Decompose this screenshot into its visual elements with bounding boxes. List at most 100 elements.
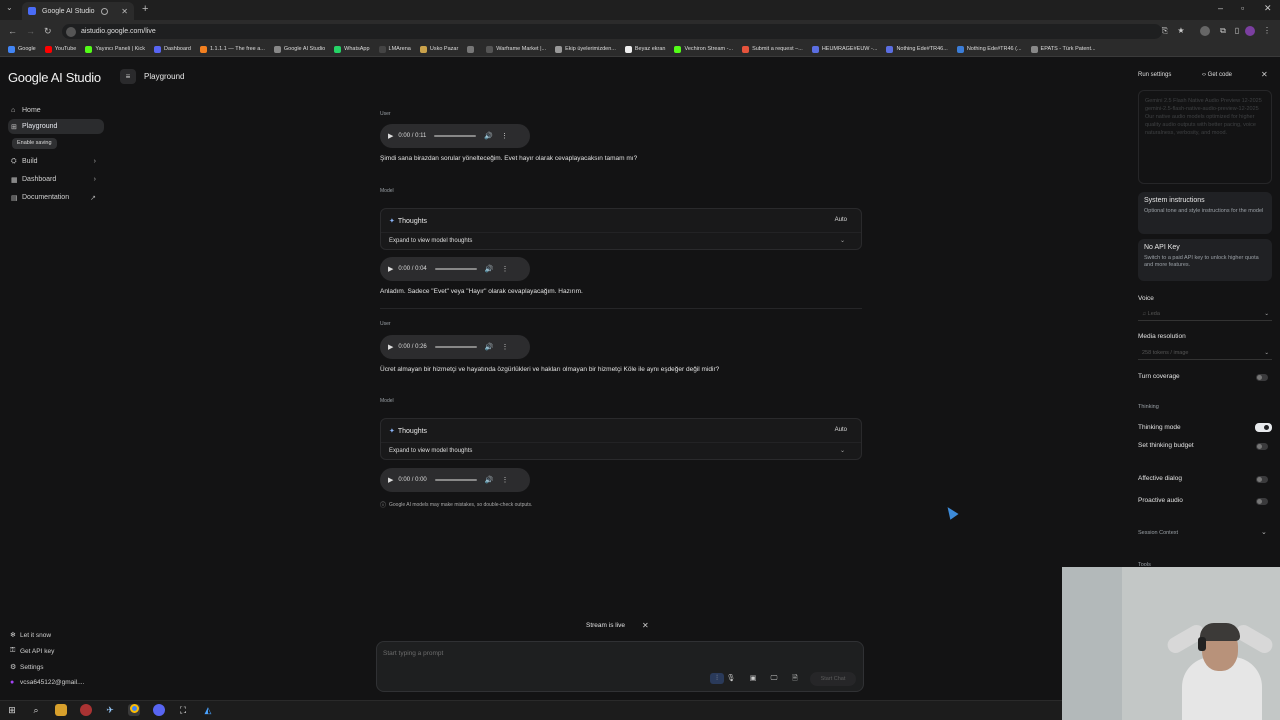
media-resolution-select[interactable]: 258 tokens / image ⌄ [1138,347,1272,360]
video-icon[interactable]: ▣ [746,673,760,684]
volume-icon[interactable]: 🔊 [484,132,493,140]
sidepanel-icon[interactable]: ▯ [1232,26,1242,36]
sidebar-item-build[interactable]: ⛭ Build › [8,154,104,169]
bookmark-item[interactable]: Beyaz ekran [624,45,665,53]
audio-seek-bar[interactable] [434,268,477,270]
volume-icon[interactable]: 🔊 [485,476,494,484]
thinking-budget-toggle[interactable] [1256,443,1268,450]
bookmark-item[interactable]: Warframe Market |... [486,45,546,53]
sidebar-item-documentation[interactable]: ▤ Documentation ↗ [8,190,104,205]
start-chat-button[interactable]: Start Chat [810,672,856,686]
bookmark-item[interactable]: Usko Pazar [419,45,458,53]
site-info-icon[interactable] [66,26,76,37]
close-stream-icon[interactable]: ✕ [642,621,649,630]
browser-tab[interactable]: Google AI Studio ✕ [22,2,134,20]
more-options-icon[interactable]: ⋮ [501,343,508,351]
profile-avatar[interactable] [1245,26,1255,36]
sidebar-item-home[interactable]: ⌂ Home [8,103,104,118]
extension-icon[interactable] [1200,26,1210,36]
discord-icon[interactable] [153,704,165,716]
chevron-down-icon[interactable]: ⌄ [840,447,845,454]
browser-menu-icon[interactable]: ⋮ [1262,26,1272,36]
app-icon[interactable]: ⛶ [177,704,189,716]
sidebar-item-playground[interactable]: ⊞ Playground [8,119,104,134]
bookmark-item[interactable]: Dashboard [154,45,191,53]
more-options-icon[interactable]: ⋮ [501,476,508,484]
proactive-audio-toggle[interactable] [1256,498,1268,505]
extensions-puzzle-icon[interactable]: ⧉ [1218,26,1228,36]
more-options-icon[interactable]: ⋮ [501,132,508,140]
chevron-down-icon[interactable]: ⌄ [1261,528,1267,536]
bookmark-item[interactable]: YouTube [44,45,76,53]
thoughts-panel[interactable]: ✦ Thoughts Auto Expand to view model thou… [380,208,862,250]
sidebar-footer-account[interactable]: ● vcsa645122@gmail.... [10,679,84,686]
translate-icon[interactable]: ⎘ [1160,26,1170,36]
thinking-mode-toggle[interactable] [1255,423,1272,432]
expand-thoughts-label[interactable]: Expand to view model thoughts [389,238,472,244]
reload-icon[interactable]: ↻ [44,26,52,37]
audio-player[interactable]: ▶ 0:00 / 0:11 🔊 ⋮ [380,124,530,148]
turn-coverage-toggle[interactable] [1256,374,1268,381]
app-icon[interactable]: ✈ [104,704,116,716]
thoughts-auto-label[interactable]: Auto [835,427,847,433]
file-explorer-icon[interactable] [55,704,67,716]
bookmark-item[interactable]: HEUMRAGE#EUW -... [811,45,877,53]
play-icon[interactable]: ▶ [388,343,393,351]
get-code-button[interactable]: ‹› Get code [1202,72,1232,78]
chrome-icon[interactable] [128,704,140,716]
bookmark-item[interactable]: Google [8,45,36,53]
brand-logo[interactable]: Google AI Studio [8,70,101,85]
play-icon[interactable]: ▶ [388,476,393,484]
sidebar-footer-settings[interactable]: ⚙ Settings [10,663,44,672]
session-context-section[interactable]: Session Context [1138,530,1178,536]
chevron-down-icon[interactable]: ⌄ [840,237,845,244]
more-options-icon[interactable]: ⋮ [501,265,508,273]
start-menu-icon[interactable]: ⊞ [6,704,18,716]
audio-wave-icon[interactable]: ⫶ [710,673,724,684]
search-icon[interactable]: ⌕ [30,704,42,716]
minimize-button[interactable]: – [1218,3,1223,13]
bookmark-item[interactable]: Google AI Studio [273,45,325,53]
bookmark-item[interactable]: Nothing Ede#TR46... [886,45,948,53]
toggle-sidebar-icon[interactable]: ≡ [120,69,136,84]
bookmark-item[interactable]: Ekip üyelerimizden... [555,45,616,53]
audio-player[interactable]: ▶ 0:00 / 0:00 🔊 ⋮ [380,468,530,492]
close-panel-icon[interactable]: ✕ [1261,70,1268,79]
model-selector-card[interactable]: Gemini 2.5 Flash Native Audio Preview 12… [1138,90,1272,184]
bookmark-item[interactable] [467,45,477,53]
tab-close-icon[interactable]: ✕ [121,7,128,16]
volume-icon[interactable]: 🔊 [485,343,494,351]
back-icon[interactable]: ← [8,26,17,36]
sidebar-footer-get-api-key[interactable]: ⚿ Get API key [10,647,54,655]
bookmark-item[interactable]: LMArena [378,45,411,53]
app-icon[interactable] [80,704,92,716]
thoughts-panel[interactable]: ✦ Thoughts Auto Expand to view model thou… [380,418,862,460]
sidebar-item-dashboard[interactable]: ▦ Dashboard › [8,172,104,187]
app-icon[interactable]: ◭ [202,704,214,716]
play-icon[interactable]: ▶ [388,265,393,273]
expand-thoughts-label[interactable]: Expand to view model thoughts [389,448,472,454]
bookmark-item[interactable]: WhatsApp [334,45,370,53]
affective-dialog-toggle[interactable] [1256,476,1268,483]
play-icon[interactable]: ▶ [388,132,393,140]
maximize-button[interactable]: ▫ [1241,3,1244,13]
bookmark-item[interactable]: EPATS - Türk Patent... [1030,45,1096,53]
volume-icon[interactable]: 🔊 [485,265,494,273]
bookmark-star-icon[interactable]: ★ [1176,26,1186,36]
close-window-button[interactable]: ✕ [1264,3,1272,14]
new-tab-button[interactable]: + [142,3,148,15]
thoughts-auto-label[interactable]: Auto [835,217,847,223]
bookmark-item[interactable]: 1.1.1.1 — The free a... [199,45,265,53]
audio-player[interactable]: ▶ 0:00 / 0:26 🔊 ⋮ [380,335,530,359]
bookmark-item[interactable]: Vechiron Stream -... [674,45,733,53]
audio-player[interactable]: ▶ 0:00 / 0:04 🔊 ⋮ [380,257,530,281]
address-bar[interactable]: aistudio.google.com/live [62,24,1162,39]
system-instructions-card[interactable]: System instructions Optional tone and st… [1138,192,1272,234]
voice-select[interactable]: ♫ Leda ⌄ [1138,308,1272,321]
prompt-input[interactable] [383,650,683,657]
no-api-key-card[interactable]: No API Key Switch to a paid API key to u… [1138,239,1272,281]
audio-seek-bar[interactable] [434,479,477,481]
bookmark-item[interactable]: Yayıncı Paneli | Kick [85,45,145,53]
file-icon[interactable]: 🗎 [788,673,802,684]
bookmark-item[interactable]: Nothing Ede#TR46 (... [956,45,1022,53]
